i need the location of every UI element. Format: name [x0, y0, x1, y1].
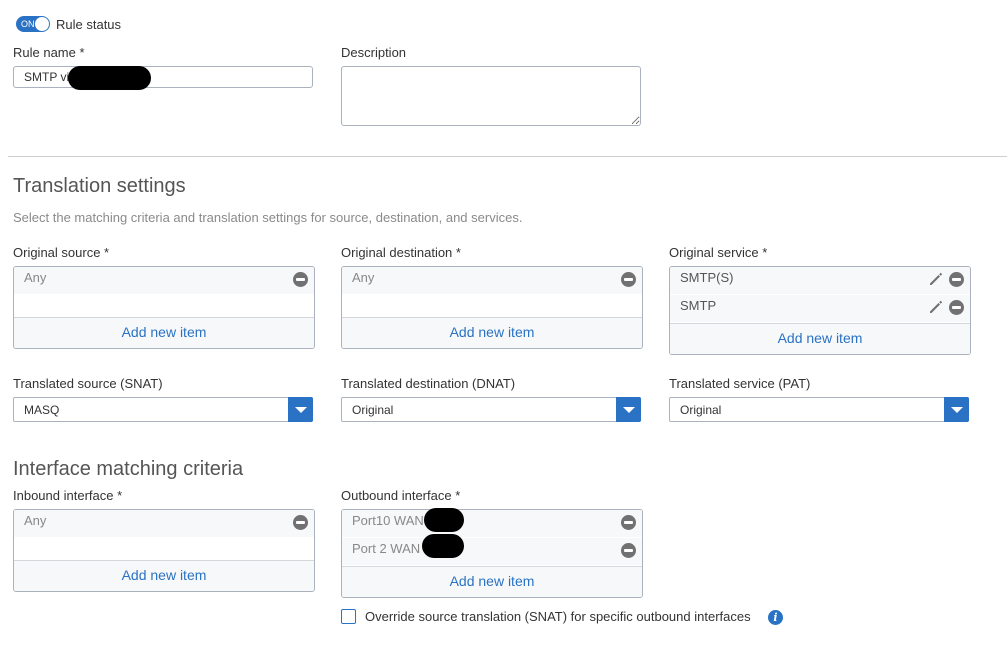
list-item-label: SMTP(S): [680, 270, 734, 285]
rule-name-input[interactable]: SMTP vi: [13, 66, 313, 88]
edit-icon[interactable]: [928, 271, 944, 287]
translated-destination-label: Translated destination (DNAT): [341, 376, 516, 391]
remove-icon[interactable]: [949, 272, 964, 287]
inbound-interface-list: Any Add new item: [13, 509, 315, 592]
toggle-knob: [35, 17, 49, 31]
select-value: Original: [680, 403, 722, 417]
add-new-item-link[interactable]: Add new item: [342, 566, 642, 597]
override-snat-checkbox[interactable]: [341, 609, 356, 624]
chevron-down-icon[interactable]: [288, 397, 313, 422]
list-item: SMTP: [670, 295, 970, 322]
rule-status-toggle[interactable]: ON: [16, 16, 50, 32]
description-textarea[interactable]: [341, 66, 641, 126]
select-value: MASQ: [24, 403, 60, 417]
select-value: Original: [352, 403, 394, 417]
original-source-label: Original source *: [13, 245, 110, 260]
redaction-mark: [422, 534, 464, 558]
list-item-label: Port 2 WAN: [352, 541, 421, 556]
section-divider: [8, 156, 1007, 157]
list-item: SMTP(S): [670, 267, 970, 294]
remove-icon[interactable]: [293, 515, 308, 530]
list-item: Any: [14, 510, 314, 537]
inbound-interface-label: Inbound interface *: [13, 488, 123, 503]
remove-icon[interactable]: [949, 300, 964, 315]
rule-name-value: SMTP vi: [24, 70, 70, 84]
translated-destination-select[interactable]: Original: [341, 397, 641, 422]
add-new-item-link[interactable]: Add new item: [14, 317, 314, 348]
outbound-interface-list: Port10 WAN Port 2 WAN Add new item: [341, 509, 643, 598]
list-item: Any: [14, 267, 314, 294]
list-item-label: Any: [352, 270, 375, 285]
add-new-item-link[interactable]: Add new item: [14, 560, 314, 591]
remove-icon[interactable]: [621, 515, 636, 530]
list-item: Port10 WAN: [342, 510, 642, 537]
original-destination-label: Original destination *: [341, 245, 461, 260]
original-source-list: Any Add new item: [13, 266, 315, 349]
add-new-item-link[interactable]: Add new item: [342, 317, 642, 348]
original-destination-list: Any Add new item: [341, 266, 643, 349]
original-service-label: Original service *: [669, 245, 768, 260]
outbound-interface-label: Outbound interface *: [341, 488, 461, 503]
remove-icon[interactable]: [621, 272, 636, 287]
translated-source-select[interactable]: MASQ: [13, 397, 313, 422]
remove-icon[interactable]: [293, 272, 308, 287]
toggle-label: ON: [21, 19, 35, 29]
translated-service-select[interactable]: Original: [669, 397, 969, 422]
info-icon[interactable]: i: [768, 610, 783, 625]
interface-matching-heading: Interface matching criteria: [13, 458, 244, 480]
list-item-label: SMTP: [680, 298, 717, 313]
list-item-label: Any: [24, 270, 47, 285]
list-item: Port 2 WAN: [342, 538, 642, 565]
translation-settings-subtitle: Select the matching criteria and transla…: [13, 210, 523, 225]
chevron-down-icon[interactable]: [616, 397, 641, 422]
original-service-list: SMTP(S) SMTP Add new item: [669, 266, 971, 355]
chevron-down-icon[interactable]: [944, 397, 969, 422]
translated-source-label: Translated source (SNAT): [13, 376, 163, 391]
edit-icon[interactable]: [928, 299, 944, 315]
rule-name-label: Rule name *: [13, 45, 85, 60]
remove-icon[interactable]: [621, 543, 636, 558]
list-item-label: Any: [24, 513, 47, 528]
translation-settings-heading: Translation settings: [13, 175, 186, 197]
override-snat-label: Override source translation (SNAT) for s…: [365, 609, 751, 624]
list-item: Any: [342, 267, 642, 294]
description-label: Description: [341, 45, 407, 60]
redaction-mark: [68, 66, 151, 90]
translated-service-label: Translated service (PAT): [669, 376, 811, 391]
rule-status-label: Rule status: [56, 17, 122, 32]
redaction-mark: [424, 508, 464, 532]
add-new-item-link[interactable]: Add new item: [670, 323, 970, 354]
list-item-label: Port10 WAN: [352, 513, 424, 528]
